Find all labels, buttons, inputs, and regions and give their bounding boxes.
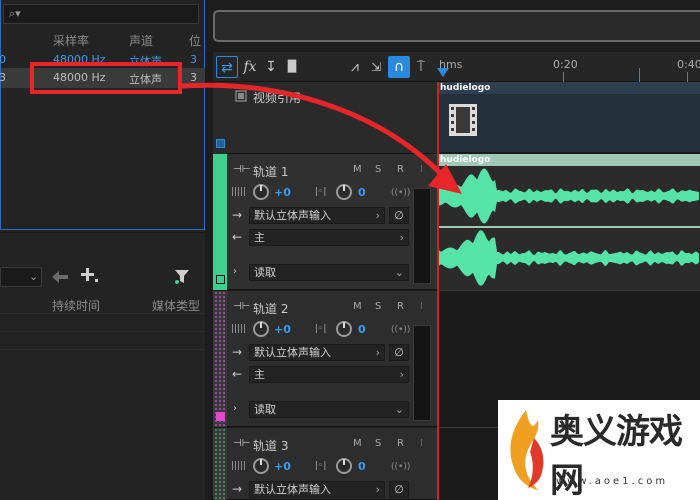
- annotation-arrow-path: [181, 82, 447, 180]
- annotation-arrow: [181, 82, 462, 194]
